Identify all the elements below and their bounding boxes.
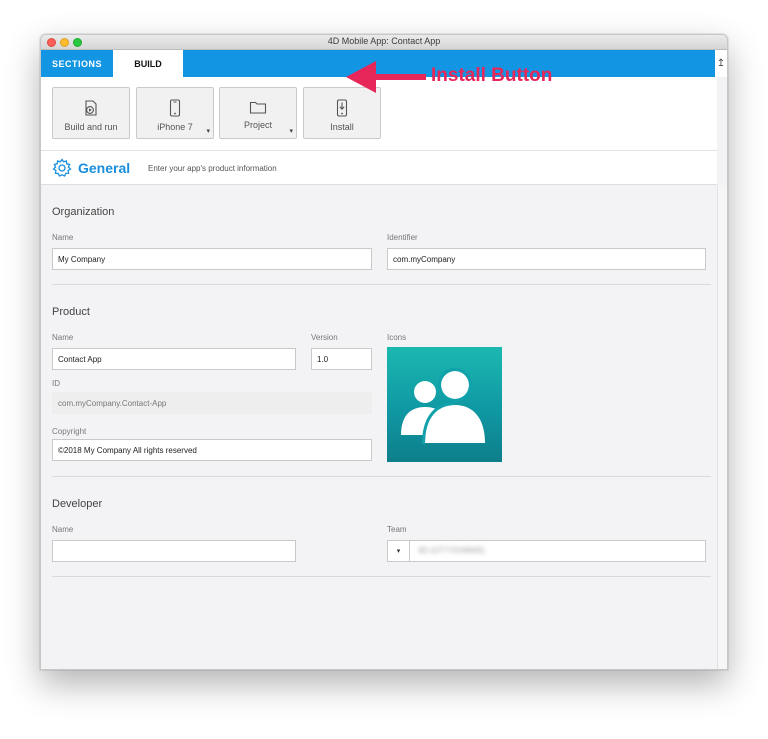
device-menu-button[interactable]: iPhone 7 ▾ bbox=[136, 87, 214, 139]
organization-title: Organization bbox=[52, 206, 115, 218]
version-field[interactable]: 1.0 bbox=[311, 348, 372, 370]
share-icon[interactable]: ↥ bbox=[715, 50, 727, 77]
section-divider bbox=[52, 576, 711, 577]
build-and-run-label: Build and run bbox=[64, 122, 118, 132]
developer-title: Developer bbox=[52, 498, 103, 510]
developer-name-field[interactable] bbox=[52, 540, 296, 562]
product-title: Product bbox=[52, 306, 90, 318]
iphone-icon bbox=[169, 99, 181, 117]
id-field: com.myCompany.Contact-App bbox=[52, 392, 372, 414]
window-title: 4D Mobile App: Contact App bbox=[327, 36, 441, 46]
identifier-field[interactable]: com.myCompany bbox=[387, 248, 706, 270]
install-label: Install bbox=[330, 122, 354, 132]
copyright-label: Copyright bbox=[52, 427, 87, 436]
folder-icon bbox=[249, 101, 267, 114]
section-divider bbox=[52, 476, 711, 477]
project-dropdown-icon: ▾ bbox=[289, 128, 293, 135]
install-icon bbox=[336, 99, 348, 117]
general-title: General bbox=[78, 160, 131, 176]
identifier-label: Identifier bbox=[387, 233, 418, 242]
organization-name-field[interactable]: My Company bbox=[52, 248, 372, 270]
app-window: 4D Mobile App: Contact App SECTIONS BUIL… bbox=[40, 34, 728, 670]
gear-icon bbox=[52, 158, 72, 177]
device-dropdown-icon: ▾ bbox=[206, 128, 210, 135]
contacts-icon bbox=[401, 368, 485, 445]
tab-build[interactable]: BUILD bbox=[113, 50, 183, 77]
device-label: iPhone 7 bbox=[157, 122, 193, 132]
build-and-run-button[interactable]: Build and run bbox=[52, 87, 130, 139]
app-icon-image[interactable] bbox=[387, 347, 502, 462]
annotation-label: Install Button bbox=[431, 65, 553, 86]
team-label: Team bbox=[387, 525, 407, 534]
tab-sections[interactable]: SECTIONS bbox=[41, 50, 113, 77]
general-header: General Enter your app's product informa… bbox=[41, 150, 717, 185]
content-scrollbar[interactable] bbox=[717, 185, 727, 669]
copyright-field[interactable]: ©2018 My Company All rights reserved bbox=[52, 439, 372, 461]
general-subtitle: Enter your app's product information bbox=[148, 164, 277, 173]
version-label: Version bbox=[311, 333, 338, 342]
developer-name-label: Name bbox=[52, 525, 74, 534]
organization-name-label: Name bbox=[52, 233, 74, 242]
team-value: 4D (UT7YDXBW5) bbox=[418, 546, 485, 555]
annotation-arrow-icon bbox=[346, 61, 426, 93]
section-divider bbox=[52, 284, 711, 285]
product-name-label: Name bbox=[52, 333, 74, 342]
project-menu-button[interactable]: Project ▾ bbox=[219, 87, 297, 139]
team-dropdown-icon[interactable]: ▾ bbox=[388, 541, 410, 561]
build-run-icon bbox=[85, 100, 97, 116]
project-label: Project bbox=[243, 120, 272, 130]
id-label: ID bbox=[52, 379, 60, 388]
product-name-field[interactable]: Contact App bbox=[52, 348, 296, 370]
team-select[interactable]: ▾ 4D (UT7YDXBW5) bbox=[387, 540, 706, 562]
title-bar: 4D Mobile App: Contact App bbox=[41, 35, 727, 50]
icons-label: Icons bbox=[387, 333, 407, 342]
